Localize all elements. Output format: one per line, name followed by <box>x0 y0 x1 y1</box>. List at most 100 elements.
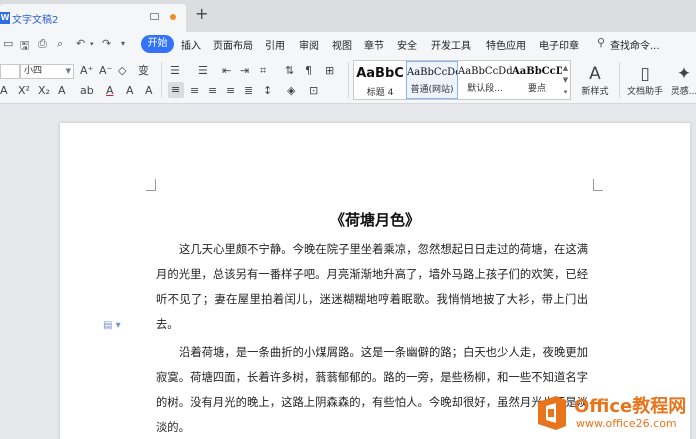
clear-format-icon[interactable]: ◇ <box>118 65 126 77</box>
show-marks-icon[interactable]: ¶ <box>305 65 312 77</box>
separator <box>619 62 620 98</box>
style-name: 默认段... <box>467 84 503 94</box>
chinese-layout-icon[interactable]: ⌗ <box>260 65 266 77</box>
styles-gallery: AaBbC 标题 4 AaBbCcDd 普通(网站) AaBbCcDd 默认段.… <box>353 60 571 100</box>
redo-icon[interactable]: ↷ <box>102 37 111 50</box>
font-color-icon[interactable]: A <box>106 85 114 97</box>
align-left-icon: ≡ <box>171 83 181 96</box>
style-default-para[interactable]: AaBbCcDd 默认段... <box>458 61 512 99</box>
menu-bar: ▭ 🖫 ⎙ ⌕ ↶ ▾ ↷ ▾ 开始 插入 页面布局 引用 审阅 视图 章节 安… <box>0 32 696 56</box>
command-search[interactable]: 查找命令... <box>610 37 660 52</box>
style-name: 普通(网站) <box>410 85 454 95</box>
shading-icon[interactable]: ◈ <box>287 85 295 97</box>
style-heading4[interactable]: AaBbC 标题 4 <box>354 61 406 99</box>
style-name: 要点 <box>527 84 546 94</box>
undo-icon[interactable]: ↶ <box>76 37 85 50</box>
char-border-icon[interactable]: A <box>145 85 153 97</box>
watermark-brand: Office教程网 <box>574 396 687 417</box>
tab-bar: W 文字文稿2 + <box>0 0 696 32</box>
increase-indent-icon[interactable]: ⇥ <box>240 65 249 77</box>
line-spacing-icon[interactable]: ↕ <box>263 85 272 97</box>
separator <box>161 62 162 98</box>
separator <box>348 62 349 98</box>
menu-icon[interactable]: ▭ <box>3 37 13 50</box>
office-logo-icon <box>538 396 566 430</box>
print-preview-icon[interactable]: ⌕ <box>57 37 63 51</box>
style-sample: AaBbCcDd <box>407 67 458 78</box>
pinyin-icon[interactable]: 变 <box>138 65 149 77</box>
char-shading-icon[interactable]: A <box>126 85 134 97</box>
inspiration-label: 灵感... <box>670 87 696 97</box>
crop-mark <box>146 179 156 191</box>
document-tab-title: 文字文稿2 <box>12 15 59 26</box>
menu-page-layout[interactable]: 页面布局 <box>213 37 253 52</box>
doc-assistant-button[interactable]: ▯ 文档助手 <box>624 64 666 97</box>
sort-icon[interactable]: ⇅ <box>285 65 294 77</box>
window-icon[interactable] <box>150 13 159 20</box>
menu-developer[interactable]: 开发工具 <box>431 37 471 52</box>
watermark-url: www.office26.com <box>576 417 677 430</box>
more-styles-icon[interactable]: ▾ <box>564 88 568 96</box>
paragraph-2[interactable]: 沿着荷塘，是一条曲折的小煤屑路。这是一条幽僻的路；白天也少人走，夜晚更加寂寞。荷… <box>156 340 588 439</box>
menu-security[interactable]: 安全 <box>397 37 417 52</box>
undo-dropdown-icon[interactable]: ▾ <box>90 40 94 48</box>
text-effect-icon[interactable]: A <box>58 85 66 97</box>
print-icon[interactable]: ⎙ <box>38 37 47 51</box>
distribute-icon[interactable]: ≣ <box>244 85 253 97</box>
menu-e-seal[interactable]: 电子印章 <box>539 37 579 52</box>
new-style-label: 新样式 <box>581 87 609 97</box>
font-name-select[interactable] <box>0 64 20 79</box>
save-icon[interactable]: 🖫 <box>20 37 29 56</box>
highlight-icon[interactable]: ab <box>80 85 94 97</box>
shrink-font-icon[interactable]: A⁻ <box>99 65 112 77</box>
superscript-icon[interactable]: X² <box>18 85 30 97</box>
menu-review[interactable]: 审阅 <box>299 37 319 52</box>
unsaved-dot-icon <box>170 14 176 20</box>
align-right-icon[interactable]: ≡ <box>208 85 217 97</box>
lightbulb-icon: ✦ <box>676 64 692 84</box>
table-icon[interactable]: ⊞ <box>325 65 334 77</box>
style-sample: AaBbC <box>356 66 404 81</box>
crop-mark <box>593 179 603 191</box>
chevron-down-icon: ▼ <box>65 67 71 75</box>
new-tab-button[interactable]: + <box>195 4 208 23</box>
decrease-indent-icon[interactable]: ⇤ <box>222 65 231 77</box>
align-left-button[interactable]: ≡ <box>168 82 184 98</box>
paragraph-1[interactable]: 这几天心里颇不宁静。今晚在院子里坐着乘凉，忽然想起日日走过的荷塘，在这满月的光里… <box>156 237 588 337</box>
border-icon[interactable]: ⊡ <box>309 85 318 97</box>
watermark: Office教程网 www.office26.com <box>530 388 696 439</box>
menu-home-tab[interactable]: 开始 <box>141 35 174 53</box>
menu-view[interactable]: 视图 <box>332 37 352 52</box>
styles-scroll[interactable]: ▲ ▼ ▾ <box>561 62 570 98</box>
bullet-list-icon[interactable]: ☰ <box>170 65 180 77</box>
italic-icon[interactable]: A <box>0 85 8 97</box>
wps-writer-icon: W <box>0 12 10 24</box>
style-sample: AaBbCcDd <box>458 66 512 77</box>
paragraph-handle-icon[interactable]: ▤ ▾ <box>103 320 121 331</box>
new-style-button[interactable]: A 新样式 <box>575 64 615 97</box>
menu-chapter[interactable]: 章节 <box>364 37 384 52</box>
customize-dropdown-icon[interactable]: ▾ <box>121 39 125 48</box>
grow-font-icon[interactable]: A⁺ <box>80 65 93 77</box>
menu-insert[interactable]: 插入 <box>181 37 201 52</box>
inspiration-button[interactable]: ✦ 灵感... <box>669 64 696 97</box>
document-title[interactable]: 《荷塘月色》 <box>60 209 690 230</box>
chevron-down-icon[interactable]: ▼ <box>563 76 568 84</box>
style-name: 标题 4 <box>366 88 394 98</box>
search-icon: ⚲ <box>597 36 606 49</box>
document-tab[interactable]: W 文字文稿2 <box>0 4 186 32</box>
menu-references[interactable]: 引用 <box>265 37 285 52</box>
style-sample: AaBbCcDd <box>512 66 562 77</box>
align-center-icon[interactable]: ≡ <box>190 85 199 97</box>
justify-icon[interactable]: ≡ <box>226 85 235 97</box>
new-style-icon: A <box>589 64 601 84</box>
font-size-select[interactable]: 小四 ▼ <box>20 64 74 79</box>
doc-assistant-icon: ▯ <box>640 64 650 84</box>
subscript-icon[interactable]: X₂ <box>38 85 50 97</box>
style-normal-web[interactable]: AaBbCcDd 普通(网站) <box>406 61 458 99</box>
menu-features[interactable]: 特色应用 <box>486 37 526 52</box>
chevron-up-icon[interactable]: ▲ <box>563 64 568 72</box>
doc-assistant-label: 文档助手 <box>626 87 663 97</box>
style-key-point[interactable]: AaBbCcDd 要点 <box>512 61 562 99</box>
numbered-list-icon[interactable]: ☰ <box>198 65 208 77</box>
